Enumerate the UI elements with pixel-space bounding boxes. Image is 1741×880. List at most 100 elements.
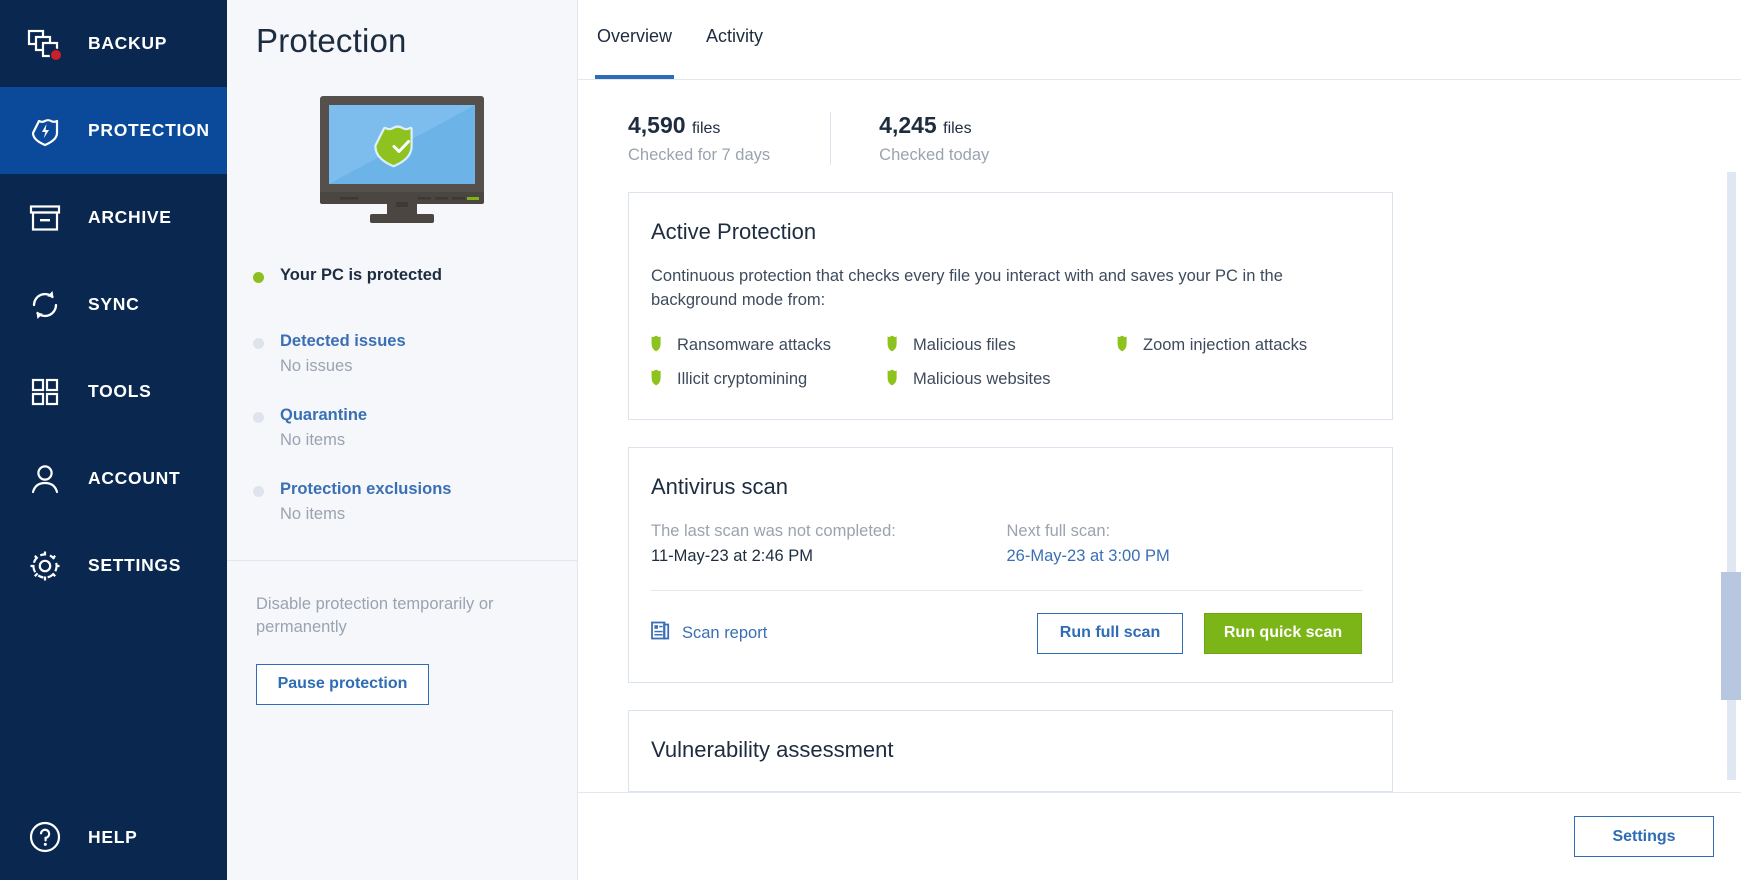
last-scan-block: The last scan was not completed: 11-May-… bbox=[651, 522, 1007, 566]
feature-item: Malicious websites bbox=[887, 369, 1117, 391]
status-row-detected-issues[interactable]: Detected issues No issues bbox=[253, 332, 577, 376]
archive-box-icon bbox=[22, 195, 68, 241]
sidebar-item-label: ARCHIVE bbox=[88, 207, 172, 227]
status-title[interactable]: Quarantine bbox=[280, 406, 367, 425]
sidebar-item-label: SYNC bbox=[88, 294, 140, 314]
question-circle-icon bbox=[22, 814, 68, 860]
sidebar-item-protection[interactable]: PROTECTION bbox=[0, 87, 227, 174]
sidebar-item-help[interactable]: HELP bbox=[0, 794, 227, 880]
last-scan-value: 11-May-23 at 2:46 PM bbox=[651, 546, 814, 565]
card-title: Active Protection bbox=[651, 219, 817, 244]
feature-item: Ransomware attacks bbox=[651, 335, 887, 357]
scan-report-label: Scan report bbox=[682, 623, 768, 642]
status-title[interactable]: Protection exclusions bbox=[280, 480, 451, 499]
card-title: Antivirus scan bbox=[651, 473, 788, 499]
monitor-with-shield-illustration bbox=[227, 94, 577, 226]
card-divider bbox=[651, 589, 1362, 591]
feature-label: Malicious files bbox=[913, 336, 1016, 355]
feature-label: Malicious websites bbox=[913, 370, 1051, 389]
sidebar-item-label: SETTINGS bbox=[88, 555, 182, 575]
scrollbar-thumb[interactable] bbox=[1721, 572, 1741, 700]
stat-unit: files bbox=[691, 120, 721, 137]
person-icon bbox=[22, 456, 68, 502]
disable-protection-note: Disable protection temporarily or perman… bbox=[256, 595, 494, 637]
card-title: Vulnerability assessment bbox=[651, 736, 894, 762]
status-title[interactable]: Detected issues bbox=[280, 332, 406, 351]
run-quick-scan-button[interactable]: Run quick scan bbox=[1204, 612, 1362, 654]
overview-scroll-area: 4,590 files Checked for 7 days 4,245 fil… bbox=[578, 80, 1741, 792]
main-content: Overview Activity 4,590 files Checked fo… bbox=[578, 0, 1741, 880]
feature-label: Zoom injection attacks bbox=[1143, 336, 1308, 355]
stat-subtitle: Checked for 7 days bbox=[628, 146, 771, 164]
active-protection-card: Active Protection Continuous protection … bbox=[628, 192, 1393, 420]
card-description: Continuous protection that checks every … bbox=[651, 267, 1283, 309]
status-row-quarantine[interactable]: Quarantine No items bbox=[253, 406, 577, 450]
next-scan-value[interactable]: 26-May-23 at 3:00 PM bbox=[1007, 547, 1363, 566]
shield-icon bbox=[651, 335, 664, 357]
shield-icon bbox=[887, 369, 900, 391]
sidebar: BACKUP PROTECTION ARCHIVE SYNC TOOLS ACC… bbox=[0, 0, 227, 880]
status-dot-grey bbox=[253, 486, 264, 497]
next-scan-label: Next full scan: bbox=[1006, 521, 1111, 540]
stat-checked-7-days: 4,590 files Checked for 7 days bbox=[628, 112, 830, 165]
stat-checked-today: 4,245 files Checked today bbox=[830, 112, 1049, 165]
sidebar-item-tools[interactable]: TOOLS bbox=[0, 348, 227, 435]
scan-report-link[interactable]: Scan report bbox=[651, 621, 767, 645]
status-title: Your PC is protected bbox=[280, 266, 442, 284]
vulnerability-assessment-card: Vulnerability assessment bbox=[628, 709, 1393, 792]
antivirus-scan-card: Antivirus scan The last scan was not com… bbox=[628, 446, 1393, 683]
grid-squares-icon bbox=[22, 369, 68, 415]
stat-number: 4,245 bbox=[879, 112, 937, 138]
sidebar-item-backup[interactable]: BACKUP bbox=[0, 0, 227, 87]
status-dot-grey bbox=[253, 412, 264, 423]
stats-row: 4,590 files Checked for 7 days 4,245 fil… bbox=[595, 80, 1741, 165]
feature-item: Zoom injection attacks bbox=[1117, 335, 1362, 357]
status-subtitle: No issues bbox=[280, 357, 353, 375]
document-report-icon bbox=[651, 621, 670, 645]
sync-arrows-icon bbox=[22, 282, 68, 328]
sidebar-item-label: BACKUP bbox=[88, 33, 168, 53]
run-full-scan-button[interactable]: Run full scan bbox=[1037, 612, 1183, 654]
sidebar-item-account[interactable]: ACCOUNT bbox=[0, 435, 227, 522]
status-row-protected: Your PC is protected bbox=[253, 266, 577, 285]
next-scan-block: Next full scan: 26-May-23 at 3:00 PM bbox=[1007, 522, 1363, 566]
panel-footer: Disable protection temporarily or perman… bbox=[227, 561, 577, 705]
tab-activity[interactable]: Activity bbox=[704, 26, 765, 79]
stacked-files-icon bbox=[22, 21, 68, 67]
status-row-protection-exclusions[interactable]: Protection exclusions No items bbox=[253, 480, 577, 524]
protection-status-list: Your PC is protected Detected issues No … bbox=[227, 226, 577, 554]
pause-protection-button[interactable]: Pause protection bbox=[256, 663, 429, 705]
sidebar-item-sync[interactable]: SYNC bbox=[0, 261, 227, 348]
sidebar-item-label: TOOLS bbox=[88, 381, 152, 401]
scan-meta: The last scan was not completed: 11-May-… bbox=[651, 522, 1362, 566]
gear-icon bbox=[22, 543, 68, 589]
status-subtitle: No items bbox=[280, 505, 346, 523]
status-subtitle: No items bbox=[280, 431, 346, 449]
sidebar-item-label: HELP bbox=[88, 826, 138, 847]
status-dot-grey bbox=[253, 338, 264, 349]
last-scan-label: The last scan was not completed: bbox=[651, 521, 896, 540]
shield-icon bbox=[651, 369, 664, 391]
tab-overview[interactable]: Overview bbox=[595, 26, 675, 79]
scan-actions: Scan report Run full scan Run quick scan bbox=[651, 612, 1362, 654]
application-window: BACKUP PROTECTION ARCHIVE SYNC TOOLS ACC… bbox=[0, 0, 1741, 880]
feature-label: Illicit cryptomining bbox=[677, 370, 808, 389]
main-footer: Settings bbox=[578, 792, 1741, 880]
sidebar-item-settings[interactable]: SETTINGS bbox=[0, 522, 227, 609]
protection-feature-list: Ransomware attacks Malicious files Zoom … bbox=[651, 335, 1362, 391]
feature-label: Ransomware attacks bbox=[677, 336, 832, 355]
sidebar-item-label: ACCOUNT bbox=[88, 468, 181, 488]
shield-bolt-icon bbox=[22, 108, 68, 154]
shield-icon bbox=[1117, 335, 1130, 357]
page-title: Protection bbox=[256, 22, 407, 59]
stat-unit: files bbox=[943, 120, 972, 137]
stat-number: 4,590 bbox=[628, 112, 686, 138]
settings-button[interactable]: Settings bbox=[1574, 816, 1714, 857]
tab-bar: Overview Activity bbox=[578, 0, 1741, 80]
status-dot-green bbox=[253, 272, 264, 283]
protection-panel: Protection Your PC is protected Detected… bbox=[227, 0, 578, 880]
stat-subtitle: Checked today bbox=[879, 146, 990, 164]
sidebar-item-archive[interactable]: ARCHIVE bbox=[0, 174, 227, 261]
feature-item: Illicit cryptomining bbox=[651, 369, 887, 391]
